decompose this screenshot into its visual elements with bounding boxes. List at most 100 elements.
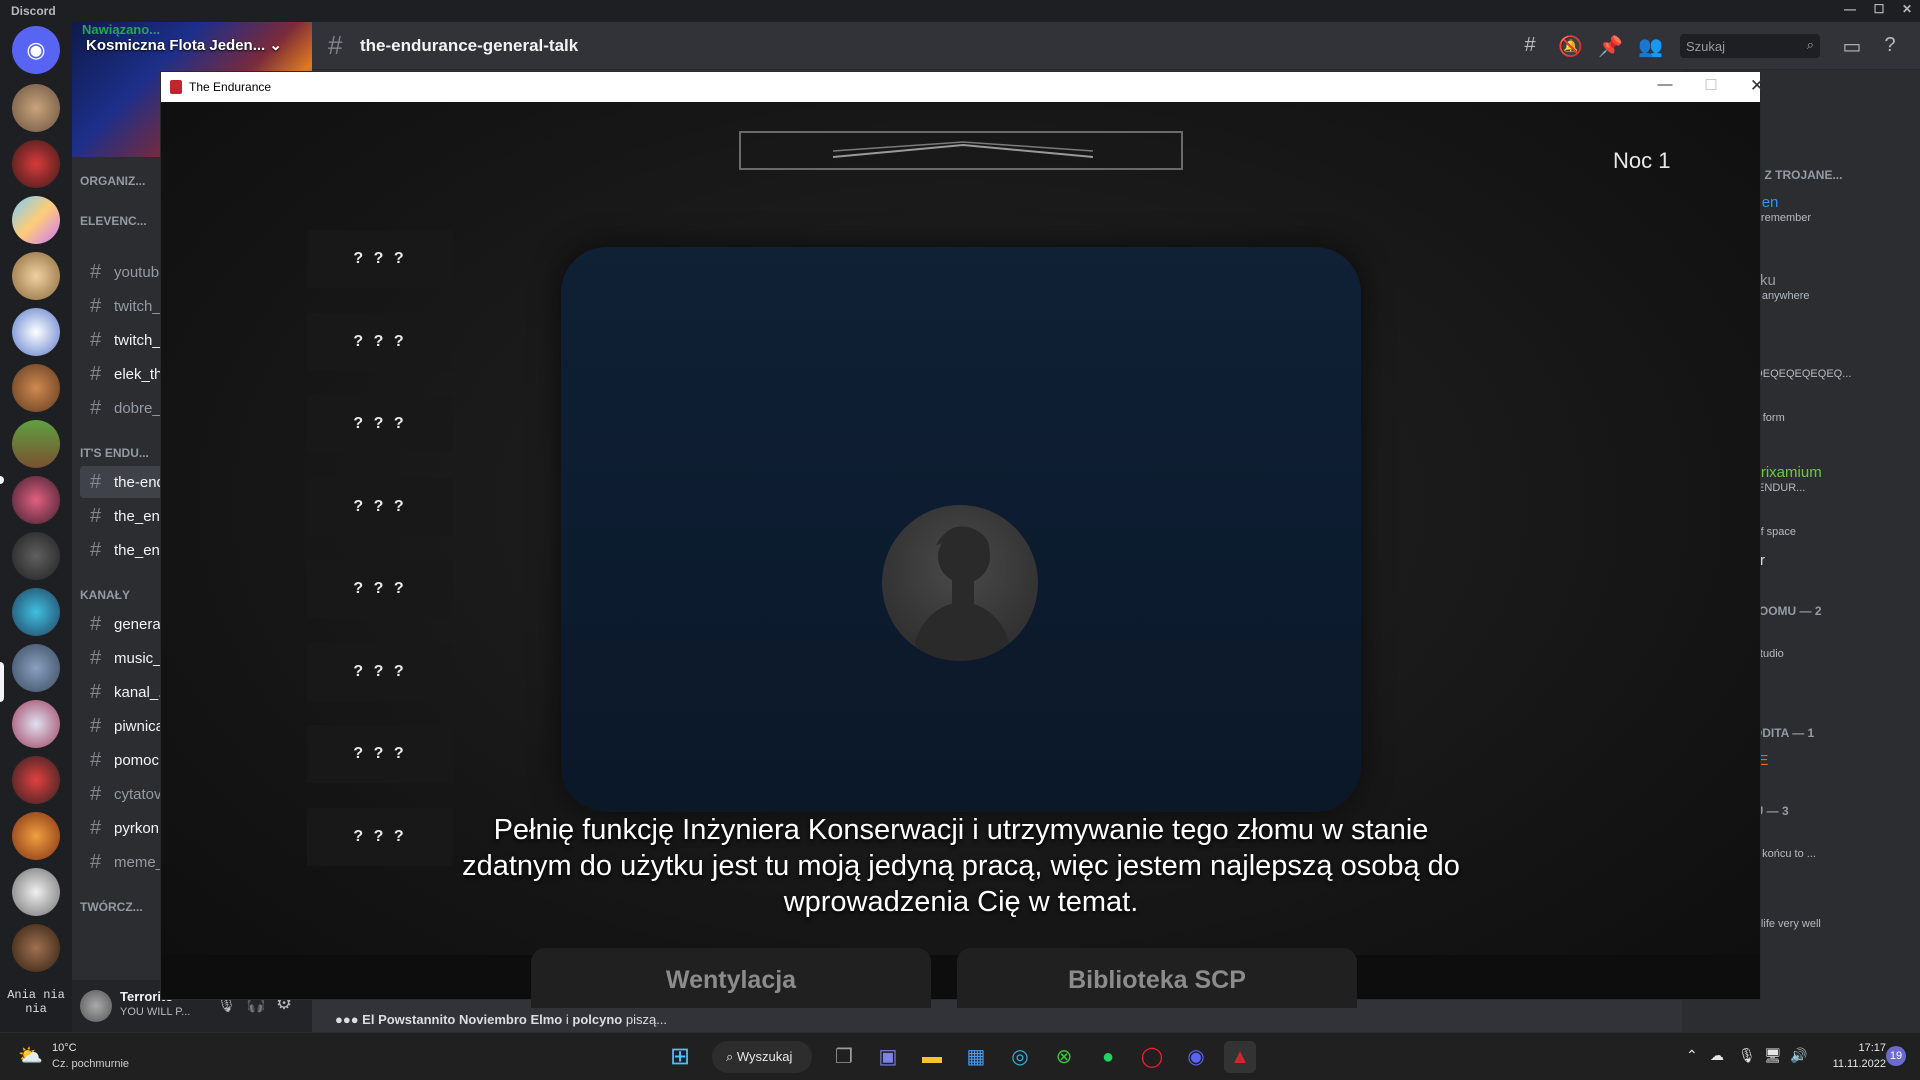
search-placeholder: Szukaj: [1686, 39, 1726, 54]
typing-conj: i: [565, 1012, 569, 1027]
opera-icon[interactable]: ◯: [1136, 1041, 1168, 1073]
server-icon-gem[interactable]: [12, 196, 60, 244]
hash-icon: #: [328, 30, 343, 60]
server-icon-anime[interactable]: [12, 476, 60, 524]
minimize-icon[interactable]: —: [1837, 2, 1863, 20]
category-kanaly[interactable]: KANAŁY: [80, 588, 130, 602]
clock-time[interactable]: 17:17: [1848, 1042, 1886, 1054]
server-rail: ◉ Ania nia nia: [0, 22, 72, 1032]
search-input[interactable]: Szukaj ⌕: [1680, 34, 1820, 58]
microphone-icon[interactable]: 🎙: [1738, 1047, 1756, 1064]
avatar[interactable]: [80, 990, 112, 1022]
category-organiz[interactable]: ORGANIZ...: [80, 174, 145, 188]
typing-dots: ●●●: [335, 1012, 363, 1027]
store-icon[interactable]: ▦: [960, 1041, 992, 1073]
file-explorer-icon[interactable]: ▬: [916, 1041, 948, 1073]
game-app-icon: [170, 80, 182, 94]
network-icon[interactable]: 🖥: [1764, 1047, 1782, 1064]
server-icon-selected[interactable]: [12, 644, 60, 692]
character-slot[interactable]: ? ? ?: [307, 808, 453, 866]
edge-icon[interactable]: ◎: [1004, 1041, 1036, 1073]
server-name[interactable]: Kosmiczna Flota Jeden... ⌄: [86, 36, 296, 54]
character-slot[interactable]: ? ? ?: [307, 560, 453, 618]
server-icon-dark[interactable]: [12, 532, 60, 580]
category-its-endu[interactable]: IT'S ENDU...: [80, 446, 149, 460]
game-viewport: Noc 1 ? ? ? ? ? ? ? ? ? ? ? ? ? ? ? ? ? …: [161, 102, 1760, 1008]
tab-biblioteka-scp[interactable]: Biblioteka SCP: [957, 948, 1357, 1008]
discord-taskbar-icon[interactable]: ◉: [1180, 1041, 1212, 1073]
hash-icon: #: [90, 328, 102, 351]
game-taskbar-icon[interactable]: ▲: [1224, 1041, 1256, 1073]
hash-icon: #: [90, 470, 102, 493]
character-silhouette-icon: [882, 505, 1038, 661]
server-icon-white[interactable]: [12, 868, 60, 916]
inbox-icon[interactable]: ▭: [1840, 34, 1864, 58]
maximize-icon: ☐: [1704, 77, 1718, 94]
hash-icon: #: [90, 294, 102, 317]
onedrive-icon[interactable]: ☁: [1710, 1047, 1724, 1064]
server-icon-fox[interactable]: [12, 364, 60, 412]
taskbar-search[interactable]: ⌕ Wyszukaj: [712, 1041, 812, 1073]
search-icon: ⌕: [726, 1049, 737, 1064]
chevron-up-icon[interactable]: ⌃: [1686, 1047, 1698, 1064]
game-window-title: The Endurance: [189, 80, 272, 94]
category-tworcz[interactable]: TWÓRCZ...: [80, 900, 143, 914]
mute-bell-icon[interactable]: 🔕: [1558, 34, 1583, 58]
server-name-text: Kosmiczna Flota Jeden...: [86, 37, 266, 54]
teams-chat-icon[interactable]: ▣: [872, 1041, 904, 1073]
hash-icon: #: [90, 612, 102, 635]
members-icon[interactable]: 👥: [1638, 34, 1663, 58]
server-icon-red[interactable]: [12, 140, 60, 188]
server-icon-face[interactable]: [12, 252, 60, 300]
character-slot[interactable]: ? ? ?: [307, 313, 453, 371]
tab-wentylacja[interactable]: Wentylacja: [531, 948, 931, 1008]
notification-badge[interactable]: 19: [1886, 1046, 1906, 1066]
typing-user-2: polcyno: [572, 1012, 623, 1027]
spotify-icon[interactable]: ●: [1092, 1041, 1124, 1073]
xbox-icon[interactable]: ⊗: [1048, 1041, 1080, 1073]
game-title-bar: The Endurance — ☐ ✕: [161, 72, 1764, 102]
dialog-text: Pełnię funkcję Inżyniera Konserwacji i u…: [462, 814, 1460, 918]
server-icon-bear[interactable]: [12, 924, 60, 972]
character-slot[interactable]: ? ? ?: [307, 230, 453, 288]
server-icon-troll[interactable]: [12, 308, 60, 356]
category-elevenc[interactable]: ELEVENC...: [80, 214, 147, 228]
server-icon-cat[interactable]: [12, 84, 60, 132]
windows-start-icon[interactable]: ⊞: [664, 1041, 696, 1073]
search-icon: ⌕: [1806, 37, 1814, 52]
top-frame: [739, 131, 1183, 170]
character-slot[interactable]: ? ? ?: [307, 395, 453, 453]
channel-header: # the-endurance-general-talk # 🔕 📌 👥 Szu…: [312, 22, 1920, 70]
voice-status: Nawiązano...: [82, 22, 161, 37]
minimize-icon[interactable]: —: [1645, 76, 1685, 98]
character-slot[interactable]: ? ? ?: [307, 725, 453, 783]
server-icon-tank[interactable]: [12, 588, 60, 636]
game-window: The Endurance — ☐ ✕ Noc 1 ? ? ? ? ? ? ? …: [160, 71, 1764, 1008]
close-icon[interactable]: ✕: [1894, 2, 1920, 20]
hash-icon: #: [90, 816, 102, 839]
close-icon[interactable]: ✕: [1737, 76, 1777, 98]
hash-icon: #: [90, 782, 102, 805]
server-icon-minecraft[interactable]: [12, 420, 60, 468]
threads-icon[interactable]: #: [1518, 34, 1542, 58]
typing-suffix: piszą...: [625, 1012, 668, 1027]
server-icon-redhair[interactable]: [12, 756, 60, 804]
volume-icon[interactable]: 🔊: [1790, 1047, 1807, 1064]
typing-indicator: ●●● El Powstannito Noviembro Elmo i polc…: [335, 1012, 667, 1027]
clock-date[interactable]: 11.11.2022: [1822, 1058, 1886, 1070]
character-slot[interactable]: ? ? ?: [307, 643, 453, 701]
hash-icon: #: [90, 714, 102, 737]
hash-icon: #: [90, 260, 102, 283]
weather-temp: 10°C: [52, 1042, 77, 1054]
hash-icon: #: [90, 362, 102, 385]
task-view-icon[interactable]: ❐: [828, 1041, 860, 1073]
server-icon-orange[interactable]: [12, 812, 60, 860]
help-icon[interactable]: ?: [1878, 34, 1902, 58]
server-icon-girl[interactable]: [12, 700, 60, 748]
character-slot[interactable]: ? ? ?: [307, 478, 453, 536]
discord-home-icon[interactable]: ◉: [12, 26, 60, 74]
pin-icon[interactable]: 📌: [1598, 34, 1623, 58]
maximize-icon[interactable]: ☐: [1866, 2, 1892, 20]
weather-icon[interactable]: ⛅: [18, 1043, 43, 1068]
app-title: Discord: [11, 4, 56, 18]
